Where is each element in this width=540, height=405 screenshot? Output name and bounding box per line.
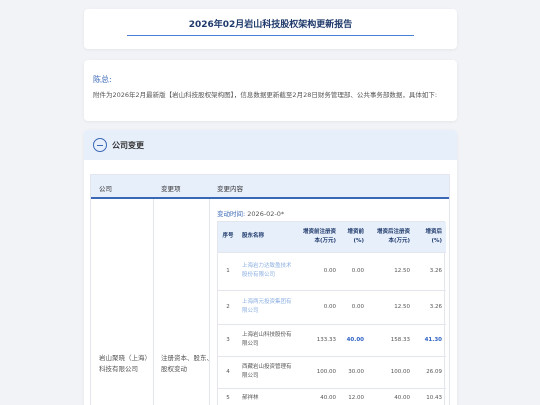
report-title-card: 2026年02月岩山科技股权架构更新报告 (84, 9, 457, 49)
col-type-header: 变更项 (161, 185, 181, 193)
report-title: 2026年02月岩山科技股权架构更新报告 (188, 20, 353, 30)
after-capital: 100.00 (368, 356, 414, 389)
before-capital: 100.00 (296, 356, 340, 389)
before-pct: 0.00 (340, 252, 368, 291)
after-pct: 41.30 (414, 324, 446, 357)
shareholder-table: 序号 股东名称 增资前注册资本(万元) 增资前(%) 增资后注册资本(万元) 增… (217, 221, 446, 405)
summary-text: 附件为2026年2月最新版【岩山科技股权架构图】，信息数据更新截至2月28日财务… (93, 91, 438, 99)
after-capital: 12.50 (368, 252, 414, 291)
table-row: 2 上海两元投资集团有限公司 0.00 0.00 12.50 3.26 (218, 290, 446, 325)
shareholder-table-header: 序号 股东名称 增资前注册资本(万元) 增资前(%) 增资后注册资本(万元) 增… (218, 222, 446, 253)
before-capital: 0.00 (296, 252, 340, 291)
after-capital: 158.33 (368, 324, 414, 357)
row-index: 1 (218, 252, 238, 291)
after-pct: 10.43 (414, 388, 446, 405)
after-capital: 40.00 (368, 388, 414, 405)
th-after-pct: 增资后(%) (414, 222, 446, 253)
shareholder-name: 西藏岩山投资管理有限公司 (238, 356, 296, 389)
company-change-card: 公司变更 公司 变更项 变更内容 岩山聚晓（上海）科技有限公司 注册资本、股东、… (84, 130, 457, 405)
th-before-capital: 增资前注册资本(万元) (296, 222, 340, 253)
shareholder-name[interactable]: 上海两元投资集团有限公司 (238, 290, 296, 325)
change-time: 变动时间: 2026-02-0* (217, 208, 284, 218)
before-pct: 40.00 (340, 324, 368, 357)
column-divider (153, 199, 154, 405)
table-row: 3 上海岩山科技股份有限公司 133.33 40.00 158.33 41.30 (218, 324, 446, 357)
change-table: 公司 变更项 变更内容 岩山聚晓（上海）科技有限公司 注册资本、股东、股权变动 … (90, 174, 450, 405)
section-header[interactable]: 公司变更 (84, 130, 457, 160)
title-underline (127, 35, 414, 36)
section-title: 公司变更 (112, 141, 144, 150)
before-capital: 40.00 (296, 388, 340, 405)
after-capital: 12.50 (368, 290, 414, 325)
change-table-header: 公司 变更项 变更内容 (91, 175, 449, 199)
after-pct: 3.26 (414, 290, 446, 325)
before-pct: 30.00 (340, 356, 368, 389)
th-name: 股东名称 (238, 222, 296, 253)
shareholder-name: 郝祥林 (238, 388, 296, 405)
col-content-header: 变更内容 (217, 185, 243, 193)
before-capital: 133.33 (296, 324, 340, 357)
change-type: 注册资本、股东、股权变动 (161, 354, 213, 373)
company-name: 岩山聚晓（上海）科技有限公司 (99, 354, 151, 373)
th-after-capital: 增资后注册资本(万元) (368, 222, 414, 253)
row-index: 2 (218, 290, 238, 325)
th-before-pct: 增资前(%) (340, 222, 368, 253)
row-index: 5 (218, 388, 238, 405)
table-row: 4 西藏岩山投资管理有限公司 100.00 30.00 100.00 26.09 (218, 356, 446, 389)
row-index: 3 (218, 324, 238, 357)
table-row: 1 上海岩力达致盈技术股份有限公司 0.00 0.00 12.50 3.26 (218, 252, 446, 291)
row-index: 4 (218, 356, 238, 389)
collapse-icon[interactable] (93, 138, 107, 152)
after-pct: 26.09 (414, 356, 446, 389)
change-time-value: 2026-02-0* (247, 210, 285, 218)
summary-card: 陈总: 附件为2026年2月最新版【岩山科技股权架构图】，信息数据更新截至2月2… (84, 60, 457, 121)
th-index: 序号 (218, 222, 238, 253)
before-pct: 0.00 (340, 290, 368, 325)
col-company-header: 公司 (99, 185, 112, 193)
shareholder-name[interactable]: 上海岩力达致盈技术股份有限公司 (238, 252, 296, 291)
summary-salutation: 陈总: (93, 75, 112, 84)
after-pct: 3.26 (414, 252, 446, 291)
before-capital: 0.00 (296, 290, 340, 325)
change-time-label: 变动时间: (217, 210, 246, 218)
table-row: 5 郝祥林 40.00 12.00 40.00 10.43 (218, 388, 446, 405)
shareholder-name: 上海岩山科技股份有限公司 (238, 324, 296, 357)
before-pct: 12.00 (340, 388, 368, 405)
